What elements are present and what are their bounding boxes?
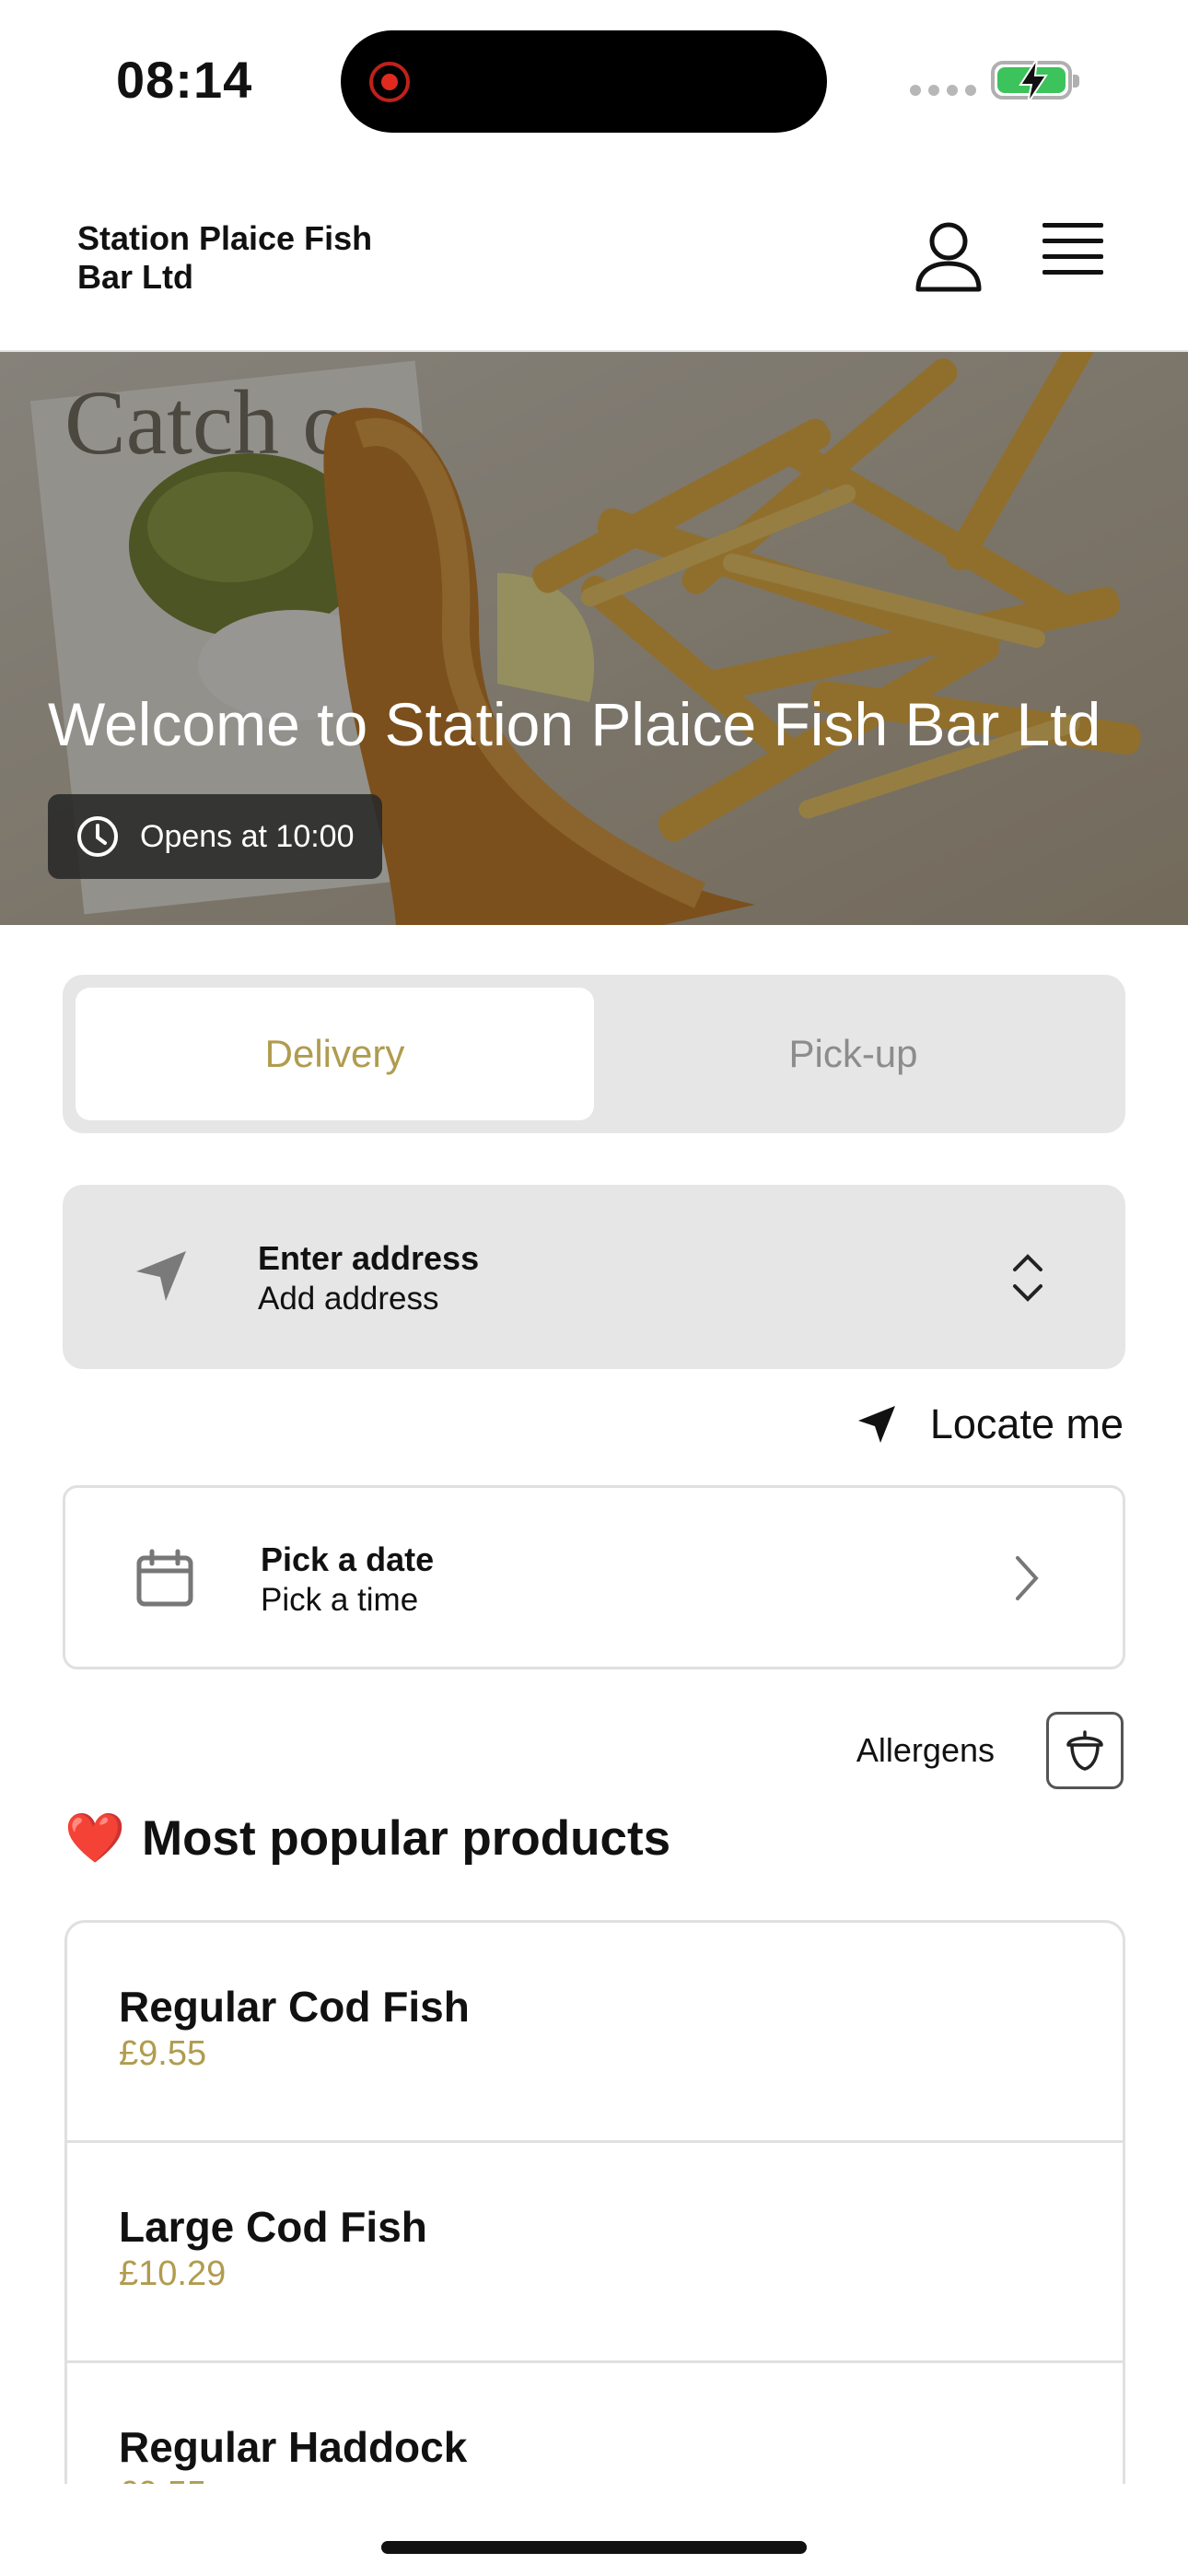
product-item[interactable]: Regular Haddock £9.55 — [67, 2363, 1123, 2484]
app-header: Station Plaice Fish Bar Ltd — [0, 157, 1188, 352]
battery-charging-icon — [991, 59, 1079, 103]
address-selector[interactable]: Enter address Add address — [63, 1185, 1125, 1369]
product-item[interactable]: Large Cod Fish £10.29 — [67, 2143, 1123, 2363]
menu-icon — [1042, 223, 1103, 275]
date-label: Pick a date — [261, 1540, 435, 1578]
menu-button[interactable] — [1042, 223, 1103, 282]
status-bar: 08:14 — [0, 0, 1188, 157]
allergens-button[interactable] — [1046, 1712, 1124, 1789]
signal-icon — [910, 85, 976, 96]
tab-pickup[interactable]: Pick-up — [594, 988, 1112, 1120]
acorn-icon — [1066, 1730, 1103, 1771]
location-arrow-icon — [857, 1406, 895, 1443]
restaurant-name[interactable]: Station Plaice Fish Bar Ltd — [77, 219, 427, 297]
product-price: £9.55 — [119, 2472, 1123, 2484]
address-text: Enter address Add address — [258, 1238, 479, 1319]
locate-me-label: Locate me — [929, 1400, 1124, 1447]
status-time: 08:14 — [116, 51, 253, 109]
hero-title: Welcome to Station Plaice Fish Bar Ltd — [48, 690, 1101, 758]
heart-icon: ❤️ — [64, 1811, 125, 1866]
schedule-text: Pick a date Pick a time — [261, 1540, 434, 1621]
app-screen: 08:14 Station Plaice Fish Bar Ltd Catch … — [0, 0, 1188, 2576]
clock-icon — [77, 816, 118, 857]
popular-products-heading: ❤️ Most popular products — [64, 1809, 670, 1867]
schedule-selector[interactable]: Pick a date Pick a time — [63, 1485, 1125, 1669]
locate-me-button[interactable]: Locate me — [855, 1400, 1124, 1448]
product-price: £10.29 — [119, 2254, 227, 2293]
location-arrow-icon — [136, 1251, 186, 1301]
calendar-icon — [136, 1549, 193, 1607]
time-label: Pick a time — [261, 1582, 419, 1618]
order-type-toggle: Delivery Pick-up — [63, 975, 1125, 1133]
allergens-label: Allergens — [856, 1731, 995, 1769]
user-icon — [915, 222, 982, 292]
chevron-up-down-icon — [1013, 1254, 1042, 1302]
popular-products-list: Regular Cod Fish £9.55 Large Cod Fish £1… — [64, 1920, 1125, 2484]
opening-hours-badge: Opens at 10:00 — [48, 794, 382, 879]
dynamic-island — [341, 30, 827, 133]
product-item[interactable]: Regular Cod Fish £9.55 — [67, 1923, 1123, 2143]
hero-banner: Catch o Welcome to Station Plaice Fish B… — [0, 352, 1188, 925]
allergens-row: Allergens — [856, 1712, 1124, 1789]
tab-delivery[interactable]: Delivery — [76, 988, 594, 1120]
product-price: £9.55 — [119, 2034, 207, 2073]
screen-recording-icon — [369, 62, 410, 102]
home-indicator[interactable] — [381, 2541, 807, 2554]
product-name: Regular Cod Fish — [119, 1983, 470, 2031]
address-value: Add address — [258, 1281, 439, 1317]
product-name: Large Cod Fish — [119, 2203, 427, 2251]
address-label: Enter address — [258, 1239, 480, 1277]
popular-products-title: Most popular products — [142, 1810, 671, 1866]
chevron-right-icon — [1016, 1556, 1039, 1600]
account-button[interactable] — [914, 221, 984, 295]
product-name: Regular Haddock — [119, 2423, 468, 2471]
opening-hours-text: Opens at 10:00 — [140, 818, 355, 854]
